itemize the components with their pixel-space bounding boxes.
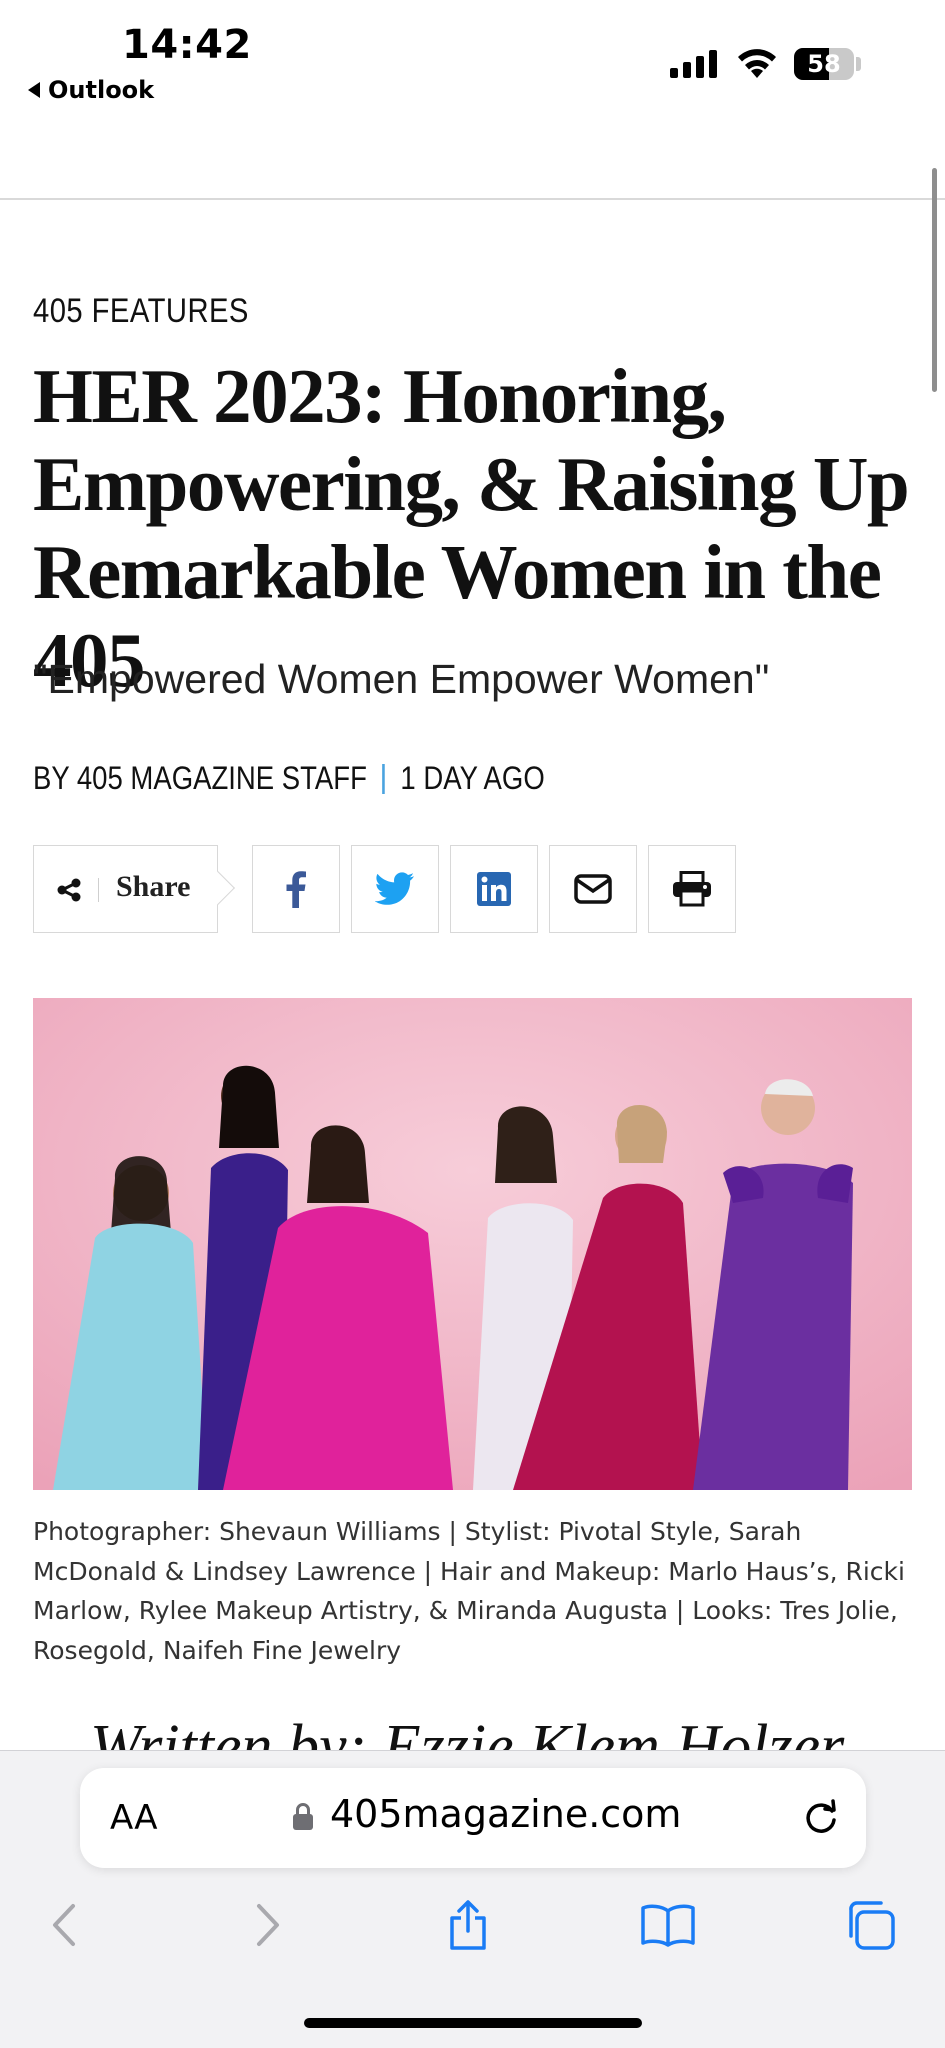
battery-nub <box>856 57 861 71</box>
bookmarks-button[interactable] <box>636 1893 700 1957</box>
twitter-share-button[interactable] <box>351 845 439 933</box>
wifi-icon <box>738 49 776 78</box>
url-text[interactable]: 405magazine.com <box>330 1792 681 1836</box>
scrollbar-thumb[interactable] <box>932 168 937 392</box>
back-app-label: Outlook <box>48 76 155 104</box>
email-share-button[interactable] <box>549 845 637 933</box>
facebook-share-button[interactable] <box>252 845 340 933</box>
envelope-icon <box>574 874 612 904</box>
reload-icon[interactable] <box>800 1796 842 1838</box>
battery-icon: 58 <box>794 48 854 80</box>
share-icon <box>450 1900 486 1950</box>
status-time: 14:42 <box>122 22 252 68</box>
tabs-icon <box>849 1901 895 1950</box>
site-header-divider <box>0 198 945 200</box>
aa-label: AA <box>110 1798 158 1838</box>
back-triangle-icon <box>28 82 40 98</box>
photo-caption: Photographer: Shevaun Williams | Stylist… <box>33 1517 905 1665</box>
linkedin-icon <box>477 872 511 906</box>
share-page-button[interactable] <box>436 1893 500 1957</box>
facebook-icon <box>286 871 306 908</box>
article-headline: HER 2023: Honoring, Empowering, & Raisin… <box>33 352 913 704</box>
twitter-icon <box>375 872 414 905</box>
share-label: Share <box>116 870 191 903</box>
article-subtitle: "Empowered Women Empower Women" <box>33 656 770 702</box>
forward-icon <box>257 1904 279 1946</box>
headline-line: HER 2023: Honoring, <box>33 353 727 439</box>
battery-percent: 58 <box>807 50 841 78</box>
cellular-signal-icon <box>670 50 717 78</box>
linkedin-share-button[interactable] <box>450 845 538 933</box>
share-nodes-icon <box>57 878 81 902</box>
address-bar[interactable]: AA 405magazine.com <box>80 1768 866 1868</box>
lock-icon <box>293 1803 313 1830</box>
article-byline: BY 405 MAGAZINE STAFF 1 DAY AGO <box>33 760 545 797</box>
print-button[interactable] <box>648 845 736 933</box>
home-indicator[interactable] <box>304 2018 642 2028</box>
byline-date: 1 DAY AGO <box>400 760 545 796</box>
share-divider <box>98 878 99 902</box>
back-button[interactable] <box>32 1893 96 1957</box>
forward-button[interactable] <box>236 1893 300 1957</box>
share-button[interactable]: Share <box>33 845 235 933</box>
article-category[interactable]: 405 FEATURES <box>33 292 249 331</box>
printer-icon <box>673 871 711 907</box>
bookmarks-icon <box>641 1904 695 1947</box>
status-bar: 14:42 Outlook 58 <box>0 0 945 120</box>
byline-separator <box>382 763 385 794</box>
reader-settings-button[interactable]: AA <box>110 1798 157 1838</box>
byline-author[interactable]: BY 405 MAGAZINE STAFF <box>33 760 367 797</box>
headline-line: Empowering, & Raising Up <box>33 441 910 527</box>
back-to-app-link[interactable]: Outlook <box>28 76 154 104</box>
share-pointer <box>201 871 235 905</box>
hero-photo[interactable] <box>33 998 912 1490</box>
back-icon <box>53 1904 75 1946</box>
tabs-button[interactable] <box>838 1893 902 1957</box>
